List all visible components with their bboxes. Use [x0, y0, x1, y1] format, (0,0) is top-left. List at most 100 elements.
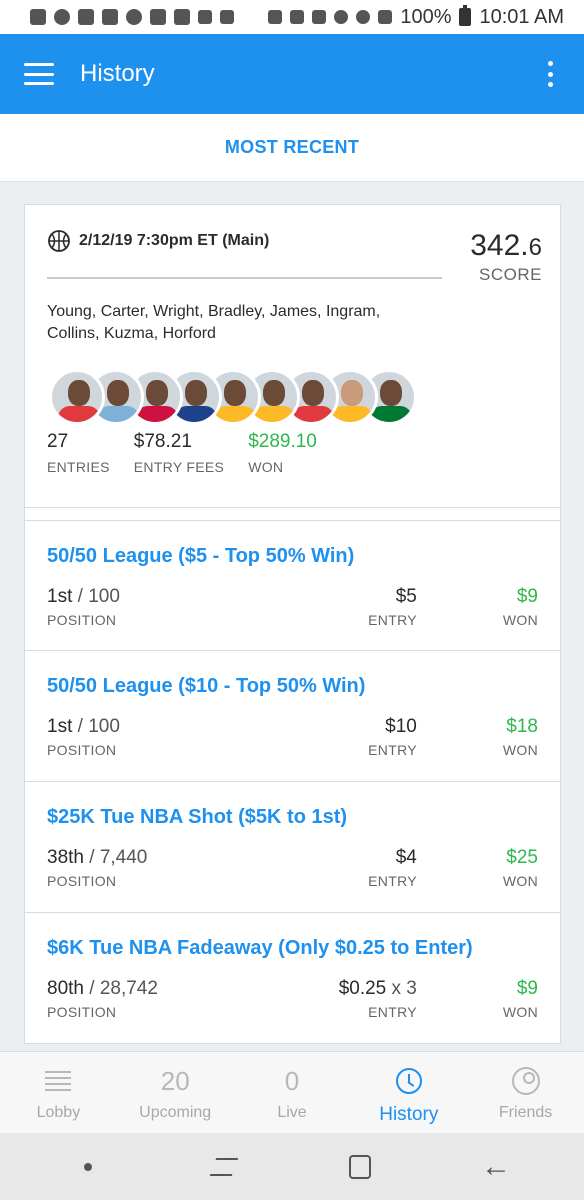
- gmail-icon: [102, 9, 118, 25]
- gallery-icon: [174, 9, 190, 25]
- line-icon: [54, 9, 70, 25]
- message-icon: [30, 9, 46, 25]
- position-label: POSITION: [47, 742, 117, 758]
- bottom-nav: Lobby 20 Upcoming 0 Live History Friends: [0, 1051, 584, 1133]
- won-col: $25 WON: [503, 847, 538, 889]
- contest-item[interactable]: 50/50 League ($10 - Top 50% Win) 1st / 10…: [24, 651, 561, 782]
- summary-stat: $78.21 ENTRY FEES: [134, 431, 224, 475]
- position-value: 1st / 100: [47, 586, 120, 607]
- position-label: POSITION: [47, 873, 117, 889]
- divider: [24, 508, 561, 520]
- entry-col: $5 ENTRY: [368, 586, 417, 628]
- list-icon: [45, 1071, 72, 1091]
- won-label: WON: [502, 1004, 538, 1020]
- won-label: WON: [502, 742, 538, 758]
- clock-icon: [395, 1068, 422, 1094]
- home-icon: [349, 1154, 371, 1179]
- contest-item[interactable]: $6K Tue NBA Fadeaway (Only $0.25 to Ente…: [24, 913, 561, 1044]
- position-col: 1st / 100 POSITION: [47, 716, 120, 758]
- contest-name-link[interactable]: $6K Tue NBA Fadeaway (Only $0.25 to Ente…: [47, 937, 538, 960]
- live-count: 0: [284, 1065, 300, 1096]
- app-bar: History: [0, 34, 584, 114]
- won-value: $9: [516, 978, 538, 999]
- home-button[interactable]: [340, 1147, 380, 1187]
- system-nav-bar: ←: [0, 1133, 584, 1200]
- won-value: $25: [506, 847, 538, 868]
- nav-upcoming[interactable]: 20 Upcoming: [117, 1052, 234, 1133]
- score-value: 342.6: [470, 229, 542, 262]
- mute-icon: [312, 10, 327, 24]
- upcoming-count: 20: [160, 1065, 190, 1096]
- won-label: WON: [502, 873, 538, 889]
- nav-lobby[interactable]: Lobby: [0, 1052, 117, 1133]
- position-value: 38th / 7,440: [47, 847, 148, 868]
- recents-button[interactable]: [204, 1147, 244, 1187]
- history-list[interactable]: 2/12/19 7:30pm ET (Main) 342.6 SCORE You…: [24, 204, 561, 1050]
- back-arrow-icon: ←: [481, 1149, 511, 1183]
- player-avatar: [49, 369, 105, 425]
- entry-col: $4 ENTRY: [368, 847, 417, 889]
- score-label: SCORE: [479, 265, 542, 284]
- won-label: WON: [502, 612, 538, 628]
- dot-icon: [84, 1162, 92, 1171]
- nav-live[interactable]: 0 Live: [234, 1052, 351, 1133]
- twitter-icon: [150, 9, 166, 25]
- stat-value: 27: [47, 431, 69, 452]
- facebook-icon: [78, 9, 94, 25]
- status-bar: 100% 10:01 AM: [0, 0, 584, 34]
- won-col: $9 WON: [503, 978, 538, 1020]
- nav-history-label: History: [379, 1104, 439, 1125]
- check-icon: [198, 10, 212, 24]
- won-value: $18: [506, 716, 538, 737]
- entry-col: $10 ENTRY: [368, 716, 417, 758]
- recycle-icon: [268, 10, 283, 24]
- system-status: 100% 10:01 AM: [268, 5, 564, 29]
- position-col: 80th / 28,742 POSITION: [47, 978, 158, 1020]
- slate-summary-card[interactable]: 2/12/19 7:30pm ET (Main) 342.6 SCORE You…: [24, 204, 561, 508]
- stat-value: $289.10: [248, 431, 317, 452]
- contest-item[interactable]: 50/50 League ($5 - Top 50% Win) 1st / 100…: [24, 520, 561, 651]
- contest-name-link[interactable]: 50/50 League ($5 - Top 50% Win): [47, 545, 538, 568]
- nfc-icon: [290, 10, 305, 24]
- contest-results: 1st / 100 POSITION $5 ENTRY $9 WON: [47, 586, 538, 628]
- entry-col: $0.25 x 3 ENTRY: [339, 978, 417, 1020]
- nav-friends[interactable]: Friends: [467, 1052, 584, 1133]
- battery-icon: [459, 5, 472, 26]
- sort-most-recent-button[interactable]: MOST RECENT: [225, 137, 359, 158]
- position-col: 38th / 7,440 POSITION: [47, 847, 147, 889]
- contest-name-link[interactable]: $25K Tue NBA Shot ($5K to 1st): [47, 806, 538, 829]
- basketball-icon: [48, 230, 70, 252]
- contest-results: 1st / 100 POSITION $10 ENTRY $18 WON: [47, 716, 538, 758]
- entry-label: ENTRY: [368, 612, 417, 628]
- lineup-names: Young, Carter, Wright, Bradley, James, I…: [47, 303, 381, 342]
- stat-label: ENTRY FEES: [133, 459, 225, 475]
- position-label: POSITION: [47, 1004, 117, 1020]
- contest-results: 80th / 28,742 POSITION $0.25 x 3 ENTRY $9 WON: [47, 978, 538, 1020]
- friends-icon: [511, 1067, 540, 1095]
- recents-icon: [209, 1157, 239, 1176]
- position-value: 80th / 28,742: [47, 978, 158, 999]
- more-options-icon[interactable]: [540, 61, 560, 87]
- contest-item[interactable]: $25K Tue NBA Shot ($5K to 1st) 38th / 7,4…: [24, 782, 561, 913]
- entry-value: $5: [395, 586, 417, 607]
- stat-label: WON: [248, 459, 284, 475]
- summary-stat: 27 ENTRIES: [47, 431, 110, 475]
- slate-date: 2/12/19 7:30pm ET (Main): [79, 232, 270, 249]
- score-box: 342.6 SCORE: [470, 229, 542, 285]
- won-col: $18 WON: [503, 716, 538, 758]
- assistant-button[interactable]: [68, 1147, 108, 1187]
- entry-value: $10: [385, 716, 417, 737]
- contest-name-link[interactable]: 50/50 League ($10 - Top 50% Win): [47, 675, 538, 698]
- nav-live-label: Live: [277, 1104, 307, 1121]
- stat-label: ENTRIES: [47, 459, 110, 475]
- menu-icon[interactable]: [24, 63, 54, 85]
- player-avatars: [49, 369, 538, 425]
- entry-label: ENTRY: [368, 742, 417, 758]
- nav-history[interactable]: History: [350, 1052, 467, 1133]
- summary-stat: $289.10 WON: [248, 431, 317, 475]
- slate-header: 2/12/19 7:30pm ET (Main): [47, 229, 442, 279]
- wifi-icon: [356, 10, 371, 24]
- back-button[interactable]: ←: [476, 1147, 516, 1187]
- alarm-icon: [334, 10, 349, 24]
- won-col: $9 WON: [503, 586, 538, 628]
